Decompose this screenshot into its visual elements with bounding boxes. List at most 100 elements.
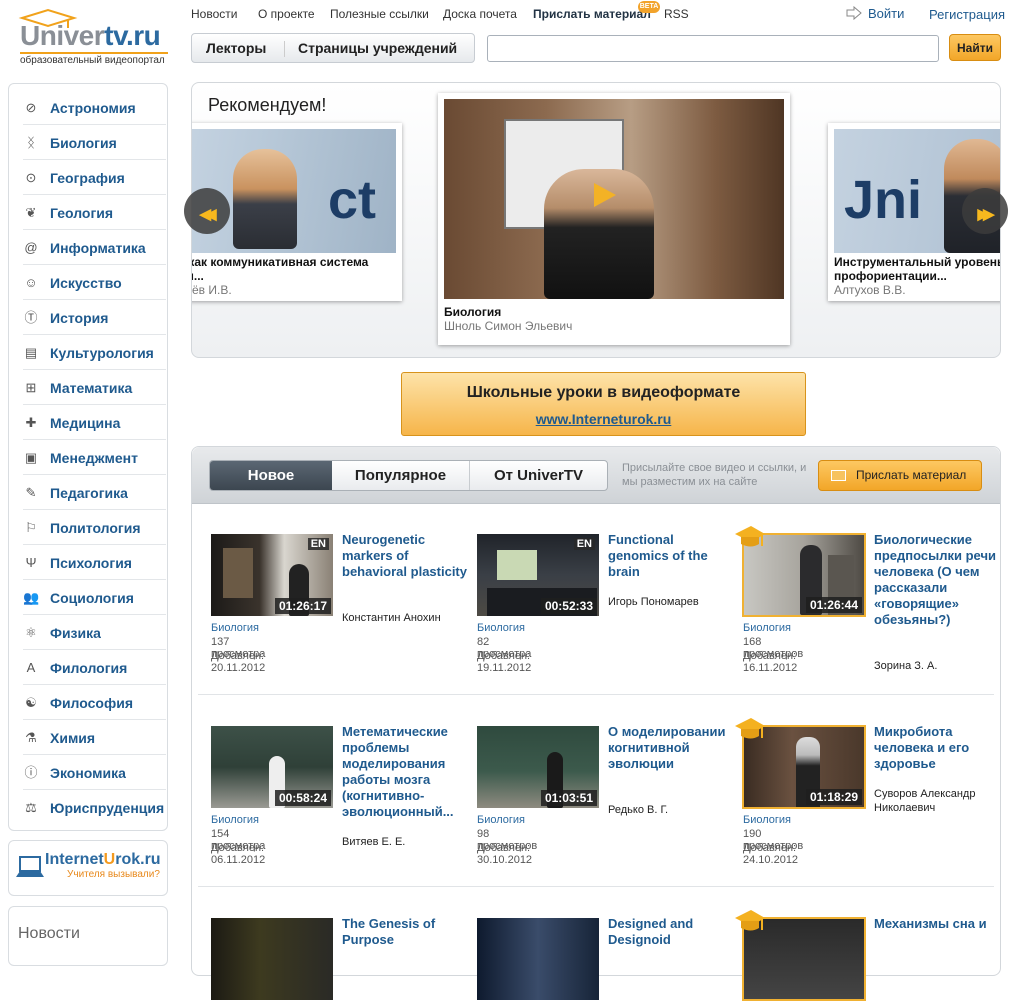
video-tabs: Новое Популярное От UniverTV [209, 460, 608, 491]
carousel-prev-button[interactable]: ◀◀ [184, 188, 230, 234]
play-icon [594, 183, 616, 207]
sidebar-item-management[interactable]: ▣ Менеджмент [23, 440, 166, 475]
banner-title: Школьные уроки в видеоформате [466, 384, 741, 401]
sidebar-item-biology[interactable]: ᛝ Биология [23, 125, 166, 160]
video-thumbnail[interactable]: 00:58:24 [211, 726, 333, 808]
graduation-cap-icon [735, 910, 765, 931]
video-added: Добавлен: 20.11.2012 [211, 650, 266, 674]
logo-text: Univertv.ru [20, 20, 161, 51]
nav-send-material[interactable]: Прислать материал [533, 7, 651, 21]
beta-badge: BETA [638, 1, 660, 13]
login-label: Войти [868, 6, 905, 21]
tab-popular[interactable]: Популярное [332, 461, 470, 490]
sidebar-item-politology[interactable]: ⚐ Политология [23, 510, 166, 545]
sidebar-item-pedagogy[interactable]: ✎ Педагогика [23, 475, 166, 510]
nav-rss[interactable]: RSS [664, 7, 689, 21]
video-author[interactable]: Витяев Е. Е. [342, 835, 452, 849]
video-title[interactable]: Микробиота человека и его здоровье [874, 724, 999, 772]
register-link[interactable]: Регистрация [929, 7, 1005, 22]
search-input[interactable] [487, 35, 939, 62]
video-added: Добавлен: 16.11.2012 [743, 650, 798, 674]
video-title[interactable]: Механизмы сна и [874, 916, 999, 932]
video-added: Добавлен: 19.11.2012 [477, 650, 532, 674]
sidebar-item-law[interactable]: ⚖ Юриспруденция [23, 790, 166, 825]
laptop-icon [16, 856, 44, 877]
video-thumbnail[interactable]: 01:03:51 [477, 726, 599, 808]
astronomy-icon: ⊘ [25, 100, 37, 115]
video-category[interactable]: Биология [477, 814, 525, 826]
video-thumbnail[interactable]: EN 00:52:33 [477, 534, 599, 616]
briefcase-icon: ▣ [24, 450, 38, 465]
video-title[interactable]: Functional genomics of the brain [608, 532, 733, 580]
sidebar-item-mathematics[interactable]: ⊞ Математика [23, 370, 166, 405]
video-title[interactable]: Биологические предпосылки речи человека … [874, 532, 999, 628]
login-link[interactable]: Войти [846, 6, 904, 21]
video-added: Добавлен: 30.10.2012 [477, 842, 533, 866]
scales-icon: ⚖ [25, 800, 37, 815]
interneturok-slogan: Учителя вызывали? [67, 869, 160, 880]
nav-about[interactable]: О проекте [258, 7, 315, 21]
sidebar-item-geography[interactable]: ⊙ География [23, 160, 166, 195]
carousel-card-center[interactable]: Биология Шноль Симон Эльевич [438, 93, 790, 345]
nav-honor-board[interactable]: Доска почета [443, 7, 517, 21]
book-icon: ▤ [24, 345, 38, 360]
column-icon: Ⓣ [24, 310, 38, 325]
video-author[interactable]: Константин Анохин [342, 611, 452, 625]
pointer-icon: ✎ [25, 485, 37, 500]
institutions-button[interactable]: Страницы учреждений [298, 40, 457, 56]
video-category[interactable]: Биология [743, 814, 791, 826]
sidebar-item-art[interactable]: ☺ Искусство [23, 265, 166, 300]
video-author[interactable]: Редько В. Г. [608, 803, 718, 817]
video-author[interactable]: Суворов Александр Николаевич [874, 787, 984, 815]
sidebar-item-philosophy[interactable]: ☯ Философия [23, 685, 166, 720]
video-category[interactable]: Биология [477, 622, 525, 634]
row-divider [198, 886, 994, 887]
sidebar-item-chemistry[interactable]: ⚗ Химия [23, 720, 166, 755]
interneturok-promo[interactable]: InternetUrok.ru Учителя вызывали? [8, 840, 168, 896]
sidebar-item-sociology[interactable]: 👥 Социология [23, 580, 166, 615]
school-lessons-banner[interactable]: Школьные уроки в видеоформате www.Intern… [401, 372, 806, 436]
lecturers-button[interactable]: Лекторы [206, 40, 266, 56]
sidebar-item-philology[interactable]: A Филология [23, 650, 166, 685]
interneturok-logo-text: InternetUrok.ru [45, 851, 161, 868]
video-title[interactable]: Метематические проблемы моделирования ра… [342, 724, 467, 820]
video-category[interactable]: Биология [211, 622, 259, 634]
video-author[interactable]: Зорина З. А. [874, 659, 984, 673]
video-title[interactable]: Neurogenetic markers of behavioral plast… [342, 532, 467, 580]
sidebar-item-medicine[interactable]: ✚ Медицина [23, 405, 166, 440]
video-thumbnail[interactable] [477, 918, 599, 1000]
send-material-button[interactable]: Прислать материал [818, 460, 982, 491]
at-icon: @ [24, 240, 38, 255]
video-title[interactable]: О моделировании когнитивной эволюции [608, 724, 733, 772]
tab-new[interactable]: Новое [210, 461, 332, 490]
video-panel-header: Новое Популярное От UniverTV Присылайте … [192, 447, 1000, 504]
sidebar-item-informatics[interactable]: @ Информатика [23, 230, 166, 265]
video-thumbnail[interactable] [211, 918, 333, 1000]
sidebar-item-economics[interactable]: ⓘ Экономика [23, 755, 166, 790]
video-added: Добавлен: 06.11.2012 [211, 842, 266, 866]
video-thumbnail[interactable]: EN 01:26:17 [211, 534, 333, 616]
video-title[interactable]: The Genesis of Purpose [342, 916, 467, 948]
sidebar-item-physics[interactable]: ⚛ Физика [23, 615, 166, 650]
search-button[interactable]: Найти [949, 34, 1001, 61]
nav-news[interactable]: Новости [191, 7, 237, 21]
sidebar-item-history[interactable]: Ⓣ История [23, 300, 166, 335]
sidebar-item-psychology[interactable]: Ψ Психология [23, 545, 166, 580]
flask-icon: ⚗ [25, 730, 37, 745]
video-category[interactable]: Биология [211, 814, 259, 826]
logo[interactable]: Univertv.ru образовательный видеопортал [18, 8, 168, 68]
psi-icon: Ψ [25, 555, 37, 570]
yin-yang-icon: ☯ [25, 695, 37, 710]
nav-links[interactable]: Полезные ссылки [330, 7, 429, 21]
video-category[interactable]: Биология [743, 622, 791, 634]
sidebar-item-astronomy[interactable]: ⊘ Астрономия [23, 90, 166, 125]
video-author[interactable]: Игорь Пономарев [608, 595, 718, 609]
carousel-thumb-center [444, 99, 784, 299]
double-left-arrow-icon: ◀◀ [199, 206, 216, 223]
video-title[interactable]: Designed and Designoid [608, 916, 733, 948]
tab-univertv[interactable]: От UniverTV [470, 461, 607, 490]
sidebar-item-geology[interactable]: ❦ Геология [23, 195, 166, 230]
banner-link[interactable]: www.Interneturok.ru [402, 411, 805, 427]
carousel-next-button[interactable]: ▶▶ [962, 188, 1008, 234]
sidebar-item-culturology[interactable]: ▤ Культурология [23, 335, 166, 370]
